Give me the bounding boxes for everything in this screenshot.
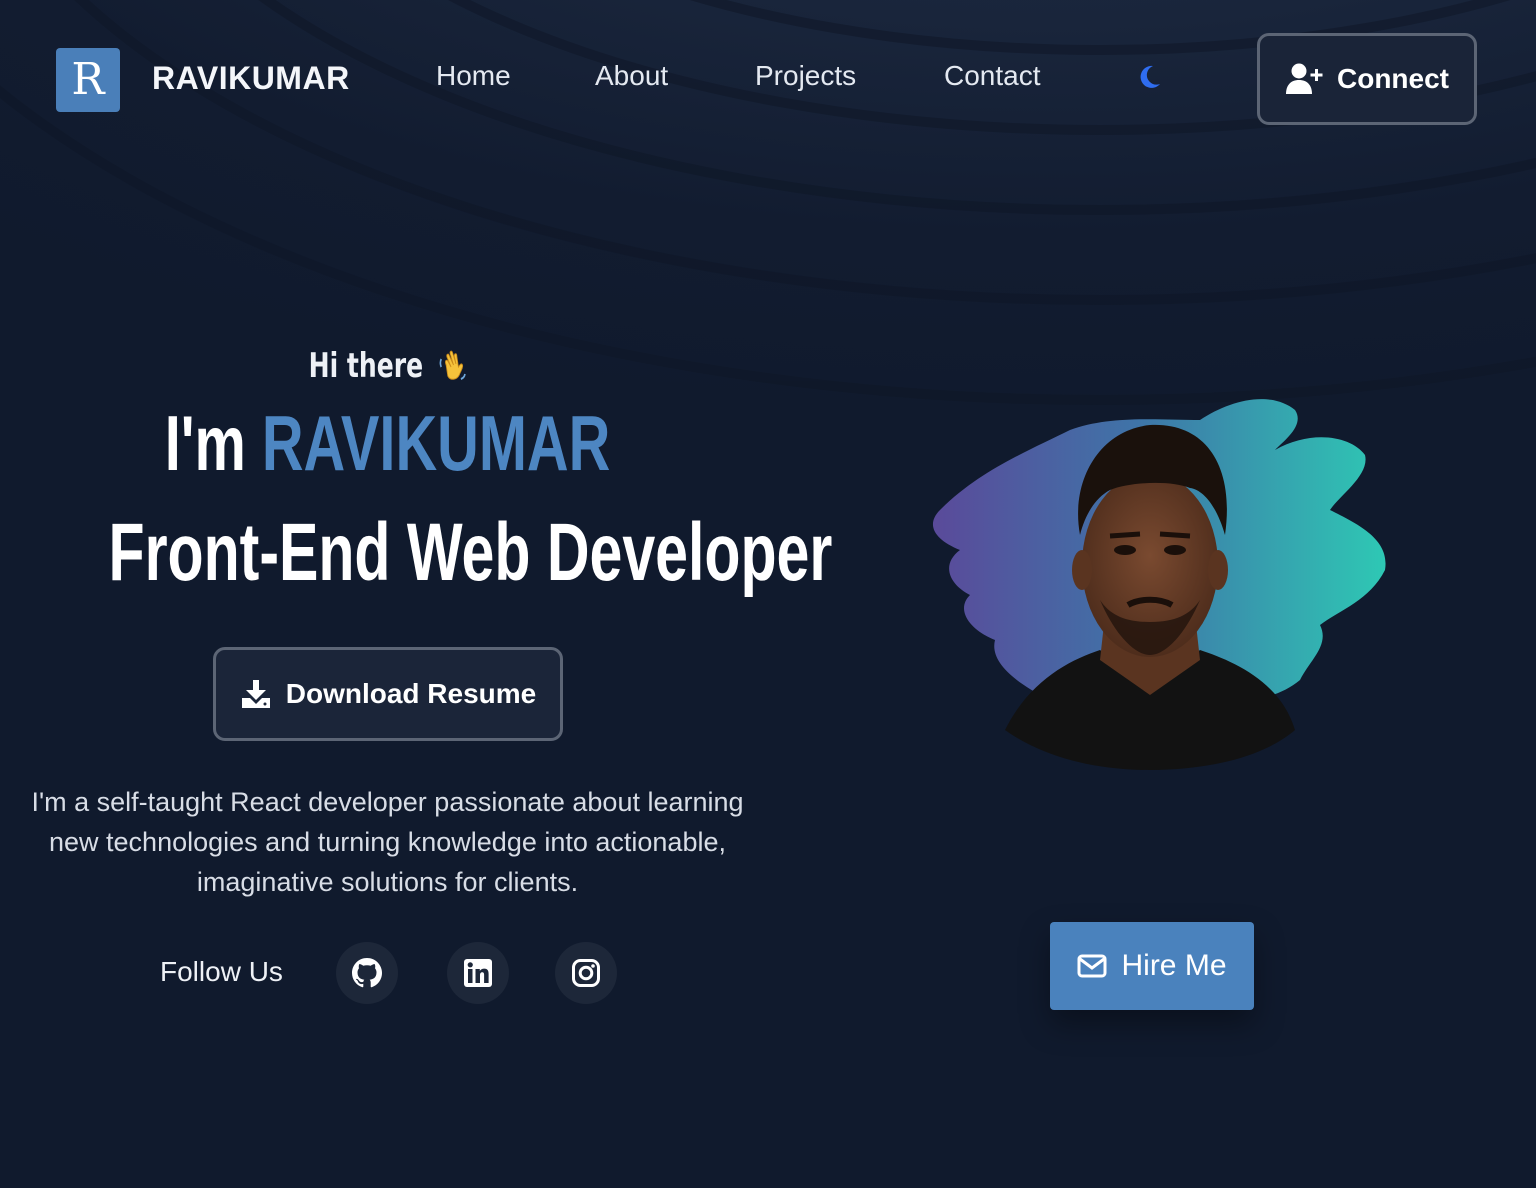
profile-portrait [932, 399, 1386, 770]
moon-icon[interactable] [1134, 62, 1164, 92]
portrait-ear-left [1072, 550, 1092, 590]
portrait-brow-right [1159, 531, 1191, 539]
linkedin-icon [464, 959, 492, 987]
portrait-ear-right [1208, 550, 1228, 590]
portfolio-page: R RAVIKUMAR Home About Projects Contact … [0, 0, 1536, 1188]
instagram-link[interactable] [555, 942, 617, 1004]
greeting: Hi there [70, 346, 706, 386]
greeting-text: Hi there [308, 346, 424, 386]
bio-text: I'm a self-taught React developer passio… [31, 787, 744, 897]
intro-heading: I'm RAVIKUMAR [101, 404, 675, 482]
connect-button[interactable]: Connect [1257, 33, 1477, 125]
portrait-eye-right [1164, 545, 1186, 555]
portrait-eye-left [1114, 545, 1136, 555]
logo[interactable]: R [56, 48, 120, 112]
github-link[interactable] [336, 942, 398, 1004]
connect-label: Connect [1337, 63, 1449, 94]
instagram-icon [572, 959, 600, 987]
envelope-icon [1077, 954, 1107, 978]
role-title: Front-End Web Developer [108, 507, 833, 598]
waving-hand-icon [439, 350, 466, 380]
intro-prefix: I'm [164, 399, 246, 487]
nav-link-home[interactable]: Home [436, 60, 511, 92]
nav-link-contact[interactable]: Contact [944, 60, 1041, 92]
brand-name[interactable]: RAVIKUMAR [152, 60, 350, 97]
github-icon [352, 958, 382, 988]
nav-link-projects[interactable]: Projects [755, 60, 856, 92]
portrait-brow-left [1109, 531, 1141, 539]
download-label: Download Resume [285, 678, 537, 709]
user-plus-icon [1286, 63, 1323, 94]
hire-label: Hire Me [1121, 949, 1227, 982]
intro-name: RAVIKUMAR [261, 399, 611, 487]
logo-letter: R [71, 54, 105, 105]
nav-link-about[interactable]: About [595, 60, 668, 92]
download-resume-button[interactable]: Download Resume [213, 647, 563, 741]
hire-me-button[interactable]: Hire Me [1050, 922, 1254, 1010]
download-icon [241, 680, 270, 708]
follow-label: Follow Us [160, 956, 283, 987]
linkedin-link[interactable] [447, 942, 509, 1004]
